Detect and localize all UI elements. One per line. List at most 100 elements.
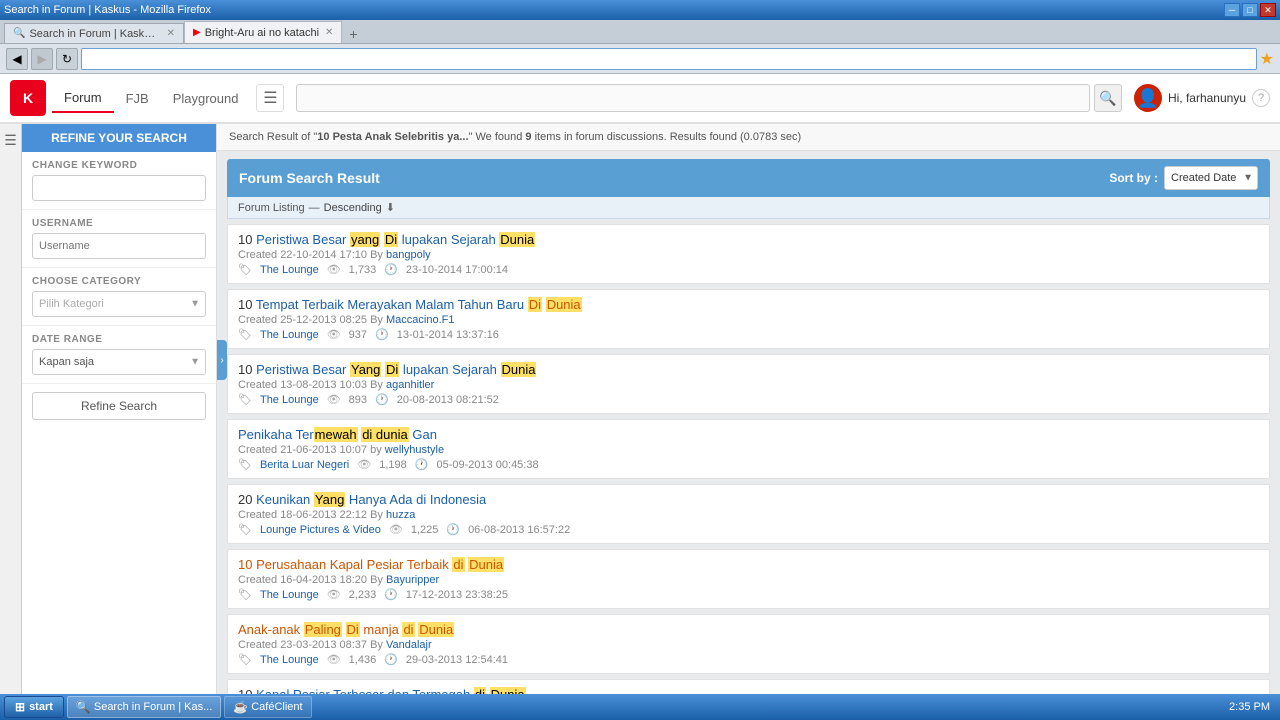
tab-2-close[interactable]: ✕: [325, 27, 333, 38]
window-title: Search in Forum | Kaskus - Mozilla Firef…: [4, 4, 211, 16]
forum-listing-order[interactable]: Descending: [324, 202, 382, 214]
result-info-bar: Search Result of "10 Pesta Anak Selebrit…: [217, 124, 1280, 151]
sort-select[interactable]: Created Date: [1164, 166, 1258, 190]
taskbar-item-2-icon: ☕: [233, 700, 248, 714]
item-2-tag[interactable]: The Lounge: [260, 329, 319, 341]
list-view-icon[interactable]: ☰: [0, 128, 21, 153]
username-section: USERNAME: [22, 210, 216, 268]
collapse-handle[interactable]: ›: [217, 340, 227, 380]
keyword-input[interactable]: 10 Pesta Anak Selebr: [32, 175, 206, 201]
item-6-tag-icon: 🏷: [238, 588, 252, 601]
user-avatar: 👤: [1134, 84, 1162, 112]
item-7-tag[interactable]: The Lounge: [260, 654, 319, 666]
forum-item-3: 10 Peristiwa Besar Yang Di lupakan Sejar…: [227, 354, 1270, 414]
category-select-wrapper: Pilih Kategori ▼: [32, 291, 206, 317]
item-4-title[interactable]: Penikaha Termewah di dunia Gan: [238, 427, 1259, 442]
start-button[interactable]: ⊞ start: [4, 696, 64, 718]
change-keyword-label: CHANGE KEYWORD: [32, 160, 206, 171]
item-3-title[interactable]: 10 Peristiwa Besar Yang Di lupakan Sejar…: [238, 362, 1259, 377]
kaskus-logo[interactable]: K: [10, 80, 46, 116]
help-icon[interactable]: ?: [1252, 89, 1270, 107]
username-input[interactable]: [32, 233, 206, 259]
item-3-meta: Created 13-08-2013 10:03 By aganhitler: [238, 379, 1259, 391]
item-5-views-icon: 👁: [389, 523, 403, 536]
tab-1[interactable]: 🔍 Search in Forum | Kaskus - ✕: [4, 23, 184, 43]
item-4-meta: Created 21-06-2013 10:07 by wellyhustyle: [238, 444, 1259, 456]
item-7-title[interactable]: Anak-anak Paling Di manja di Dunia: [238, 622, 1259, 637]
item-2-views: 937: [349, 329, 367, 341]
item-1-views: 1,733: [349, 264, 377, 276]
forward-btn[interactable]: ▶: [31, 48, 53, 70]
item-5-tags: 🏷 Lounge Pictures & Video 👁 1,225 🕐 06-0…: [238, 523, 1259, 536]
item-5-meta: Created 18-06-2013 22:12 By huzza: [238, 509, 1259, 521]
refine-search-btn[interactable]: Refine Search: [32, 392, 206, 420]
date-range-select[interactable]: Kapan saja: [32, 349, 206, 375]
taskbar-item-1-icon: 🔍: [76, 700, 91, 714]
category-select[interactable]: Pilih Kategori: [32, 291, 206, 317]
item-2-tags: 🏷 The Lounge 👁 937 🕐 13-01-2014 13:37:16: [238, 328, 1259, 341]
sidebar-toggle-strip[interactable]: ☰: [0, 124, 22, 694]
result-info-text: Search Result of "10 Pesta Anak Selebrit…: [229, 131, 801, 143]
item-3-tags: 🏷 The Lounge 👁 893 🕐 20-08-2013 08:21:52: [238, 393, 1259, 406]
address-bar: ◀ ▶ ↻ www.kaskus.co.id/search/forum?f=fo…: [0, 44, 1280, 74]
sort-by-section: Sort by : Created Date ▼: [1109, 166, 1258, 190]
date-range-label: DATE RANGE: [32, 334, 206, 345]
header-search-btn[interactable]: 🔍: [1094, 84, 1122, 112]
bookmark-star-icon[interactable]: ★: [1260, 49, 1274, 69]
item-1-title[interactable]: 10 Peristiwa Besar yang Di lupakan Sejar…: [238, 232, 1259, 247]
reload-btn[interactable]: ↻: [56, 48, 78, 70]
item-6-title[interactable]: 10 Perusahaan Kapal Pesiar Terbaik di Du…: [238, 557, 1259, 572]
forum-item-4: Penikaha Termewah di dunia Gan Created 2…: [227, 419, 1270, 479]
nav-playground[interactable]: Playground: [161, 85, 251, 112]
item-1-date: 23-10-2014 17:00:14: [406, 264, 508, 276]
filter-panel: REFINE YOUR SEARCH CHANGE KEYWORD 10 Pes…: [22, 124, 217, 694]
forum-item-7: Anak-anak Paling Di manja di Dunia Creat…: [227, 614, 1270, 674]
header-menu-icon[interactable]: ☰: [256, 84, 284, 112]
item-5-tag[interactable]: Lounge Pictures & Video: [260, 524, 381, 536]
forum-item-8: 10 Kapal Pesiar Terbesar dan Termegah di…: [227, 679, 1270, 694]
result-keyword: 10 Pesta Anak Selebritis ya...: [317, 131, 468, 143]
result-count: 9: [525, 131, 531, 143]
address-input[interactable]: www.kaskus.co.id/search/forum?f=forum&q=…: [81, 48, 1257, 70]
item-4-views-icon: 👁: [357, 458, 371, 471]
close-btn[interactable]: ✕: [1260, 3, 1276, 17]
tab-1-close[interactable]: ✕: [167, 28, 175, 39]
item-7-date: 29-03-2013 12:54:41: [406, 654, 508, 666]
item-2-title[interactable]: 10 Tempat Terbaik Merayakan Malam Tahun …: [238, 297, 1259, 312]
tab-1-favicon: 🔍: [13, 28, 25, 39]
browser-chrome: Search in Forum | Kaskus - Mozilla Firef…: [0, 0, 1280, 74]
item-4-views: 1,198: [379, 459, 407, 471]
item-2-views-icon: 👁: [327, 328, 341, 341]
item-3-tag[interactable]: The Lounge: [260, 394, 319, 406]
item-7-tags: 🏷 The Lounge 👁 1,436 🕐 29-03-2013 12:54:…: [238, 653, 1259, 666]
nav-fjb[interactable]: FJB: [114, 85, 161, 112]
maximize-btn[interactable]: □: [1242, 3, 1258, 17]
tab-2[interactable]: ▶ Bright-Aru ai no katachi ✕: [184, 21, 342, 43]
forum-item-5: 20 Keunikan Yang Hanya Ada di Indonesia …: [227, 484, 1270, 544]
item-5-title[interactable]: 20 Keunikan Yang Hanya Ada di Indonesia: [238, 492, 1259, 507]
back-btn[interactable]: ◀: [6, 48, 28, 70]
forum-item-1: 10 Peristiwa Besar yang Di lupakan Sejar…: [227, 224, 1270, 284]
site-header: K Forum FJB Playground ☰ 10 Pesta Anak S…: [0, 74, 1280, 124]
item-1-clock-icon: 🕐: [384, 263, 398, 276]
header-search-bar: 10 Pesta Anak Selebritis yang 🔍: [296, 84, 1121, 112]
taskbar-item-2[interactable]: ☕ CaféClient: [224, 696, 311, 718]
item-4-tag[interactable]: Berita Luar Negeri: [260, 459, 349, 471]
header-search-input[interactable]: 10 Pesta Anak Selebritis yang: [296, 84, 1089, 112]
nav-forum[interactable]: Forum: [52, 84, 114, 113]
item-6-date: 17-12-2013 23:38:25: [406, 589, 508, 601]
taskbar-item-1[interactable]: 🔍 Search in Forum | Kas...: [67, 696, 221, 718]
item-6-tag[interactable]: The Lounge: [260, 589, 319, 601]
minimize-btn[interactable]: ─: [1224, 3, 1240, 17]
listing-sort-icon[interactable]: ⬇: [386, 201, 395, 214]
item-7-clock-icon: 🕐: [384, 653, 398, 666]
results-panel: Forum Search Result Sort by : Created Da…: [217, 151, 1280, 694]
item-8-title[interactable]: 10 Kapal Pesiar Terbesar dan Termegah di…: [238, 687, 1259, 694]
sort-select-wrapper: Created Date ▼: [1164, 166, 1258, 190]
item-3-date: 20-08-2013 08:21:52: [397, 394, 499, 406]
item-1-views-icon: 👁: [327, 263, 341, 276]
new-tab-btn[interactable]: +: [342, 25, 364, 43]
win-controls: ─ □ ✕: [1224, 3, 1276, 17]
item-3-views-icon: 👁: [327, 393, 341, 406]
item-1-tag[interactable]: The Lounge: [260, 264, 319, 276]
